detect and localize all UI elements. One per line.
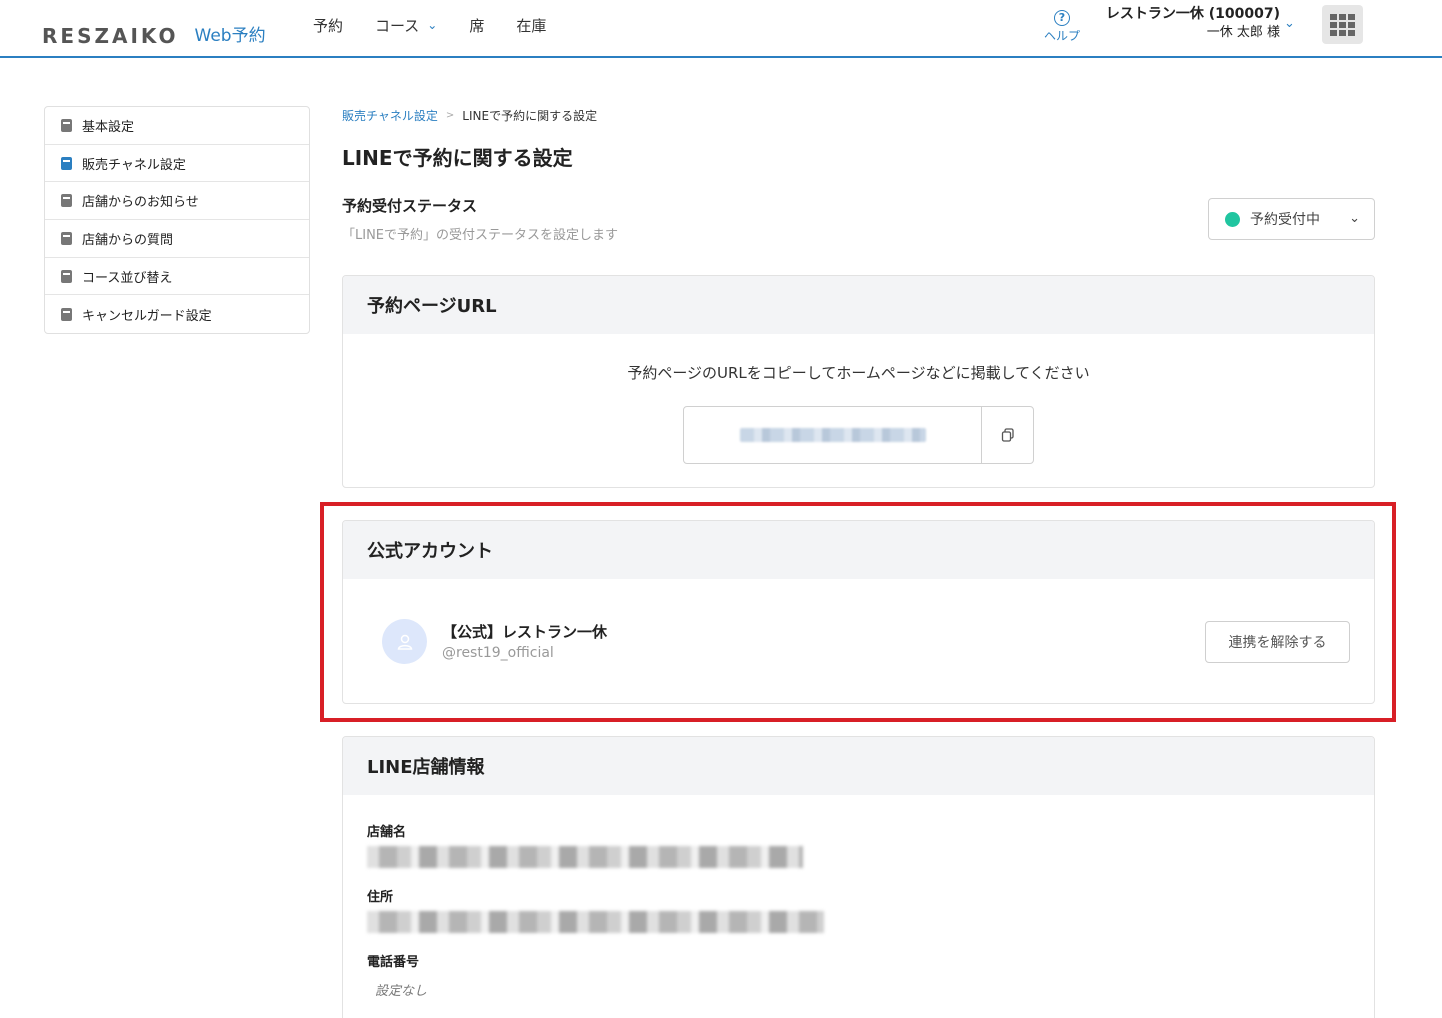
avatar [382,619,427,664]
app-grid-button[interactable] [1322,5,1363,44]
phone-label: 電話番号 [367,955,420,970]
help-label: ヘルプ [1043,29,1080,43]
logo-sub: Web予約 [194,26,266,46]
status-selected-value: 予約受付中 [1250,212,1320,228]
sidebar-item-sales-channel[interactable]: 販売チャネル設定 [45,145,309,183]
address-label: 住所 [367,890,394,905]
grid-cell [1348,13,1355,20]
book-icon [61,231,72,245]
url-value-blurred [684,407,981,463]
breadcrumb: 販売チャネル設定 > LINEで予約に関する設定 [342,107,597,124]
book-icon [61,156,72,170]
nav-item-course[interactable]: コース ⌄ [375,14,437,36]
official-account-id: @rest19_official [442,645,554,661]
status-select[interactable]: 予約受付中 ⌄ [1208,198,1375,240]
reservation-url-card: 予約ページURL 予約ページのURLをコピーしてホームページなどに掲載してくださ… [342,275,1375,488]
grid-cell [1330,21,1337,28]
account-name: レストラン一休 (100007) [1105,6,1280,22]
nav-item-stock[interactable]: 在庫 [516,14,546,36]
grid-cell [1339,21,1346,28]
book-icon [61,194,72,208]
nav-item-seat[interactable]: 席 [469,14,484,36]
top-header: RESZAIKO Web予約 予約 コース ⌄ 席 在庫 ? ヘルプ レストラン一… [0,0,1442,58]
nav-item-label: 予約 [313,16,344,35]
account-menu[interactable]: レストラン一休 (100007) 一休 太郎 様 [1100,5,1280,43]
card-title: 予約ページURL [343,276,1374,334]
url-description: 予約ページのURLをコピーしてホームページなどに掲載してください [627,364,1090,382]
store-name-value-blurred [367,846,803,868]
sidebar-item-label: 店舗からのお知らせ [82,195,199,211]
chevron-down-icon: ⌄ [427,18,438,32]
breadcrumb-link[interactable]: 販売チャネル設定 [342,107,438,124]
nav-item-label: 在庫 [516,16,547,35]
sidebar-item-basic-settings[interactable]: 基本設定 [45,107,309,145]
official-account-card: 公式アカウント 【公式】レストラン一休 @rest19_official 連携を… [342,520,1375,704]
help-link[interactable]: ? ヘルプ [1040,6,1084,44]
sidebar-item-notices[interactable]: 店舗からのお知らせ [45,182,309,221]
book-icon [61,269,72,283]
store-name-label: 店舗名 [367,825,407,840]
status-dot-icon [1225,211,1240,227]
sidebar-item-label: 基本設定 [82,119,135,135]
sidebar-item-label: 店舗からの質問 [82,232,174,248]
nav-item-label: 席 [469,16,485,35]
book-icon [61,307,72,321]
copy-icon [1001,428,1014,442]
logo-text: RESZAIKO [42,24,179,48]
card-title: 公式アカウント [343,521,1374,579]
redacted-text [367,846,803,868]
grid-cell [1348,29,1355,36]
copy-button[interactable] [981,407,1033,463]
grid-cell [1330,29,1337,36]
grid-cell [1339,13,1346,20]
card-title: LINE店舗情報 [343,737,1374,795]
sidebar-item-label: 販売チャネル設定 [82,157,186,173]
redacted-text [367,911,824,933]
main-nav: 予約 コース ⌄ 席 在庫 [313,14,578,36]
logo[interactable]: RESZAIKO Web予約 [42,12,266,46]
account-user: 一休 太郎 様 [1206,25,1280,40]
chevron-down-icon[interactable]: ⌄ [1284,16,1295,31]
question-circle-icon: ? [1054,10,1070,26]
page-title: LINEで予約に関する設定 [342,146,573,170]
sidebar-item-questions[interactable]: 店舗からの質問 [45,220,309,258]
sidebar-item-course-order[interactable]: コース並び替え [45,258,309,296]
line-store-info-card: LINE店舗情報 店舗名 住所 電話番号 設定なし [342,736,1375,1018]
redacted-url [739,428,926,442]
grid-cell [1348,21,1355,28]
phone-value: 設定なし [375,984,428,999]
book-icon [61,118,72,132]
chevron-down-icon: ⌄ [1349,211,1360,226]
grid-cell [1339,29,1346,36]
sidebar: 基本設定 販売チャネル設定 店舗からのお知らせ 店舗からの質問 コース並び替え … [44,106,310,335]
nav-item-reservation[interactable]: 予約 [313,14,343,36]
breadcrumb-current: LINEで予約に関する設定 [462,109,598,123]
url-field [683,406,1034,464]
official-account-name: 【公式】レストラン一休 [442,623,608,641]
status-title: 予約受付ステータス [342,197,478,215]
nav-item-label: コース [375,16,420,35]
sidebar-item-cancel-guard[interactable]: キャンセルガード設定 [45,295,309,333]
address-value-blurred [367,911,824,933]
sidebar-item-label: キャンセルガード設定 [82,308,212,324]
status-description: 「LINEで予約」の受付ステータスを設定します [342,228,619,243]
sidebar-item-label: コース並び替え [82,270,173,286]
breadcrumb-separator: > [445,110,455,121]
user-icon [397,634,412,650]
unlink-button[interactable]: 連携を解除する [1205,621,1350,663]
grid-cell [1330,13,1337,20]
